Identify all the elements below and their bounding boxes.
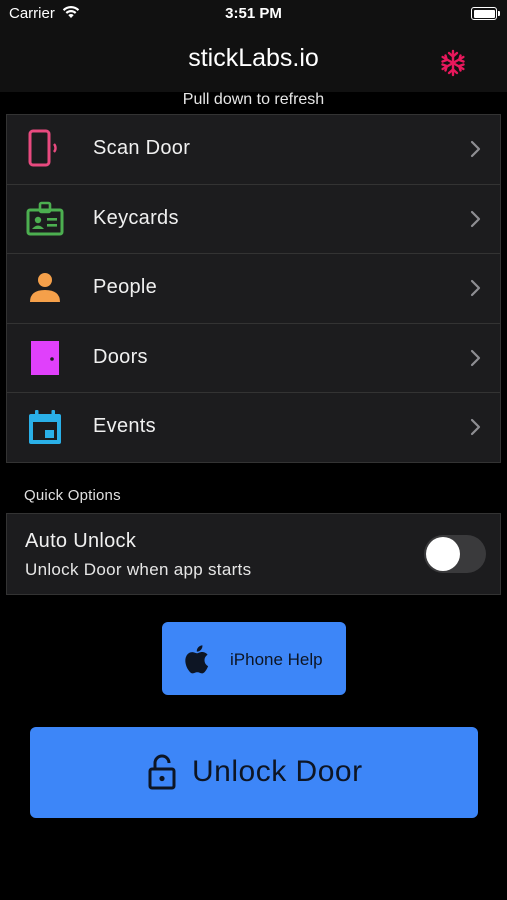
chevron-right-icon [470, 349, 481, 366]
chevron-right-icon [470, 280, 481, 297]
chevron-right-icon [470, 140, 481, 158]
unlock-door-button[interactable]: Unlock Door [30, 727, 478, 818]
open-lock-icon [148, 754, 176, 790]
apple-icon [185, 645, 209, 674]
snowflake-icon[interactable] [439, 49, 467, 77]
pull-to-refresh-hint: Pull down to refresh [182, 91, 325, 108]
toggle-knob [426, 537, 460, 571]
menu-item-keycards[interactable]: Keycards [7, 185, 500, 255]
battery-icon [471, 7, 500, 20]
menu-item-events[interactable]: Events [7, 393, 500, 463]
nav-bar: stickLabs.io [0, 28, 507, 92]
main-menu: Scan Door Keycards People Doors Events [6, 114, 501, 463]
unlock-door-label: Unlock Door [192, 755, 363, 788]
auto-unlock-toggle[interactable] [424, 535, 486, 573]
app-title: stickLabs.io [188, 44, 319, 72]
auto-unlock-title: Auto Unlock [25, 530, 137, 552]
menu-item-label: Doors [93, 345, 148, 368]
menu-item-label: People [93, 276, 158, 299]
menu-item-label: Keycards [93, 206, 179, 229]
id-card-icon [26, 201, 64, 236]
phone-nfc-icon [28, 129, 57, 167]
menu-item-scan-door[interactable]: Scan Door [7, 115, 500, 185]
menu-item-label: Events [93, 415, 156, 438]
calendar-icon [29, 410, 61, 445]
menu-item-doors[interactable]: Doors [7, 324, 500, 394]
chevron-right-icon [470, 419, 481, 436]
app-screen: Carrier 3:51 PM stickLabs.io Pull down t… [0, 0, 507, 900]
auto-unlock-subtitle: Unlock Door when app starts [25, 560, 252, 579]
person-icon [30, 273, 60, 303]
door-icon [31, 340, 59, 375]
status-bar: Carrier 3:51 PM [0, 0, 507, 28]
quick-options-header: Quick Options [24, 487, 121, 504]
menu-item-label: Scan Door [93, 137, 191, 159]
iphone-help-button[interactable]: iPhone Help [162, 622, 346, 695]
iphone-help-label: iPhone Help [230, 650, 323, 669]
menu-item-people[interactable]: People [7, 254, 500, 324]
chevron-right-icon [470, 210, 481, 227]
status-time: 3:51 PM [225, 5, 282, 22]
auto-unlock-option: Auto Unlock Unlock Door when app starts [6, 513, 501, 595]
